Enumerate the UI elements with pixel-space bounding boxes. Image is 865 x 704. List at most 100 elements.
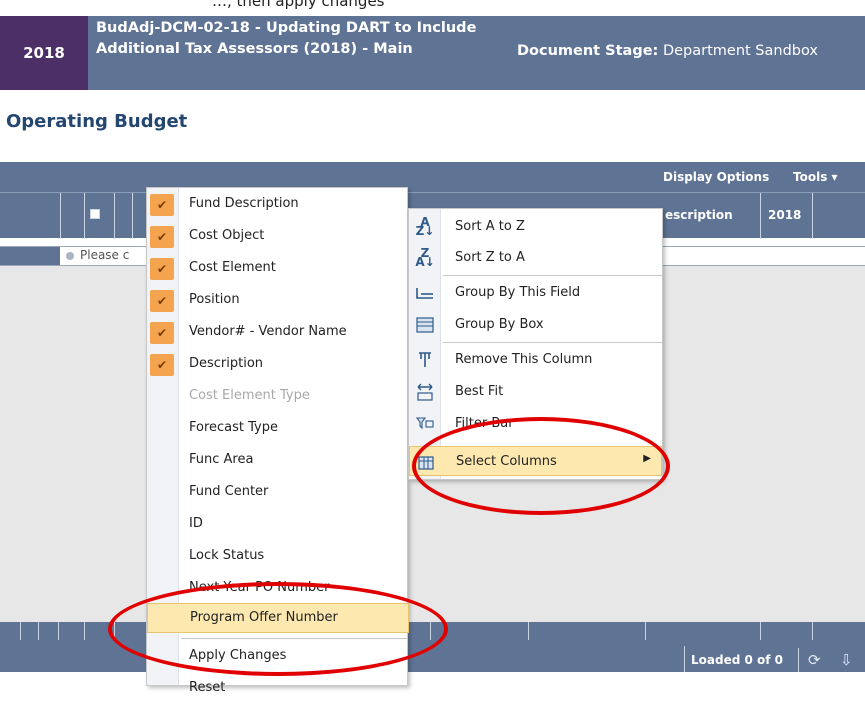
column-option-label: Cost Object <box>189 228 265 243</box>
column-option-label: ID <box>189 516 203 531</box>
select-columns-item[interactable]: Select Columns ▶ <box>409 446 662 476</box>
remove-column-icon <box>415 350 435 370</box>
best-fit-item[interactable]: Best Fit <box>409 377 662 407</box>
column-option-fund-description[interactable]: ✔ Fund Description <box>147 190 409 220</box>
group-by-field-icon <box>415 283 435 303</box>
column-option-label: Description <box>189 356 264 371</box>
column-option-position[interactable]: ✔ Position <box>147 286 409 316</box>
checkmark-icon: ✔ <box>150 354 174 376</box>
column-option-label: Forecast Type <box>189 420 279 435</box>
column-separator <box>58 622 59 640</box>
sort-a-to-z-label: Sort A to Z <box>455 219 525 234</box>
column-header-description[interactable]: escription <box>665 208 733 222</box>
column-separator <box>132 193 133 239</box>
group-by-box-item[interactable]: Group By Box <box>409 310 662 340</box>
filter-row-indicator <box>0 247 60 265</box>
column-context-menu: A Z↓ Sort A to Z Z A↓ Sort Z to A Group By… <box>408 208 663 480</box>
column-chooser-menu: ✔ Fund Description ✔ Cost Object ✔ Cost … <box>146 187 409 695</box>
apply-changes-button[interactable]: Apply Changes <box>147 642 409 672</box>
apply-changes-label: Apply Changes <box>189 648 287 663</box>
column-separator <box>38 622 39 640</box>
filter-bar-label: Filter Bar <box>455 416 514 431</box>
column-option-cost-object[interactable]: ✔ Cost Object <box>147 222 409 252</box>
column-option-label: Lock Status <box>189 548 265 563</box>
checkmark-icon: ✔ <box>150 322 174 344</box>
column-option-next-year-po-number[interactable]: Next Year PO Number <box>147 574 409 604</box>
column-separator <box>84 193 85 239</box>
sort-z-to-a-item[interactable]: Z A↓ Sort Z to A <box>409 243 662 273</box>
column-option-program-offer-number[interactable]: Program Offer Number <box>147 603 409 633</box>
document-stage: Document Stage: Department Sandbox <box>517 43 818 59</box>
column-separator <box>20 622 21 640</box>
group-by-field-label: Group By This Field <box>455 285 581 300</box>
sort-a-to-z-item[interactable]: A Z↓ Sort A to Z <box>409 212 662 242</box>
column-option-label: Position <box>189 292 240 307</box>
grid-toolbar: Display Options Tools ▾ <box>0 162 865 192</box>
group-by-box-label: Group By Box <box>455 317 544 332</box>
column-option-forecast-type[interactable]: Forecast Type <box>147 414 409 444</box>
column-option-description[interactable]: ✔ Description <box>147 350 409 380</box>
column-separator <box>528 622 529 640</box>
group-by-field-item[interactable]: Group By This Field <box>409 278 662 308</box>
export-icon[interactable]: ⇩ <box>840 651 853 669</box>
column-option-lock-status[interactable]: Lock Status <box>147 542 409 572</box>
remove-column-item[interactable]: Remove This Column <box>409 345 662 375</box>
column-separator <box>84 622 85 640</box>
cropped-caption-text: …, then apply changes <box>212 0 385 10</box>
menu-divider <box>181 638 407 639</box>
select-all-checkbox[interactable] <box>90 209 100 219</box>
best-fit-icon <box>415 382 435 402</box>
select-columns-icon <box>416 452 436 472</box>
column-option-fund-center[interactable]: Fund Center <box>147 478 409 508</box>
page-title: Operating Budget <box>6 111 188 132</box>
tools-menu-button[interactable]: Tools ▾ <box>793 170 838 184</box>
filter-icon <box>66 252 74 260</box>
status-separator <box>798 648 799 672</box>
sort-descending-icon: Z A↓ <box>415 246 435 269</box>
column-separator <box>114 193 115 239</box>
column-option-cost-element-type: Cost Element Type <box>147 382 409 412</box>
column-option-label: Cost Element Type <box>189 388 310 403</box>
column-separator <box>114 622 115 640</box>
document-stage-label: Document Stage: <box>517 43 659 59</box>
document-title: BudAdj-DCM-02-18 - Updating DART to Incl… <box>96 20 477 57</box>
column-option-label: Fund Center <box>189 484 269 499</box>
reset-button[interactable]: Reset <box>147 674 409 704</box>
page-bottom-margin <box>0 672 865 686</box>
column-option-label: Program Offer Number <box>190 610 338 625</box>
best-fit-label: Best Fit <box>455 384 504 399</box>
checkmark-icon: ✔ <box>150 258 174 280</box>
column-option-id[interactable]: ID <box>147 510 409 540</box>
column-separator <box>430 622 431 640</box>
column-option-cost-element[interactable]: ✔ Cost Element <box>147 254 409 284</box>
menu-divider <box>443 342 662 343</box>
column-separator <box>812 622 813 640</box>
fiscal-year-badge: 2018 <box>0 16 88 90</box>
column-header-2018[interactable]: 2018 <box>768 208 801 222</box>
column-separator <box>760 622 761 640</box>
column-option-label: Next Year PO Number <box>189 580 330 595</box>
filter-bar-item[interactable]: Filter Bar <box>409 409 662 439</box>
refresh-icon[interactable]: ⟳ <box>808 651 821 669</box>
filter-input[interactable]: Please c <box>80 248 129 262</box>
column-separator <box>645 622 646 640</box>
display-options-button[interactable]: Display Options <box>663 170 769 184</box>
column-separator <box>60 193 61 239</box>
grid-footer-row <box>0 622 865 640</box>
column-option-label: Fund Description <box>189 196 299 211</box>
select-columns-label: Select Columns <box>456 454 557 469</box>
reset-label: Reset <box>189 680 226 695</box>
column-option-vendor[interactable]: ✔ Vendor# - Vendor Name <box>147 318 409 348</box>
column-option-func-area[interactable]: Func Area <box>147 446 409 476</box>
column-option-label: Cost Element <box>189 260 276 275</box>
column-option-label: Func Area <box>189 452 254 467</box>
group-by-box-icon <box>415 315 435 335</box>
filter-bar-icon <box>415 414 435 434</box>
document-stage-value: Department Sandbox <box>662 43 818 59</box>
checkmark-icon: ✔ <box>150 226 174 248</box>
sort-z-to-a-label: Sort Z to A <box>455 250 525 265</box>
sort-ascending-icon: A Z↓ <box>415 215 435 238</box>
remove-column-label: Remove This Column <box>455 352 593 367</box>
checkmark-icon: ✔ <box>150 194 174 216</box>
tools-label: Tools <box>793 170 828 184</box>
